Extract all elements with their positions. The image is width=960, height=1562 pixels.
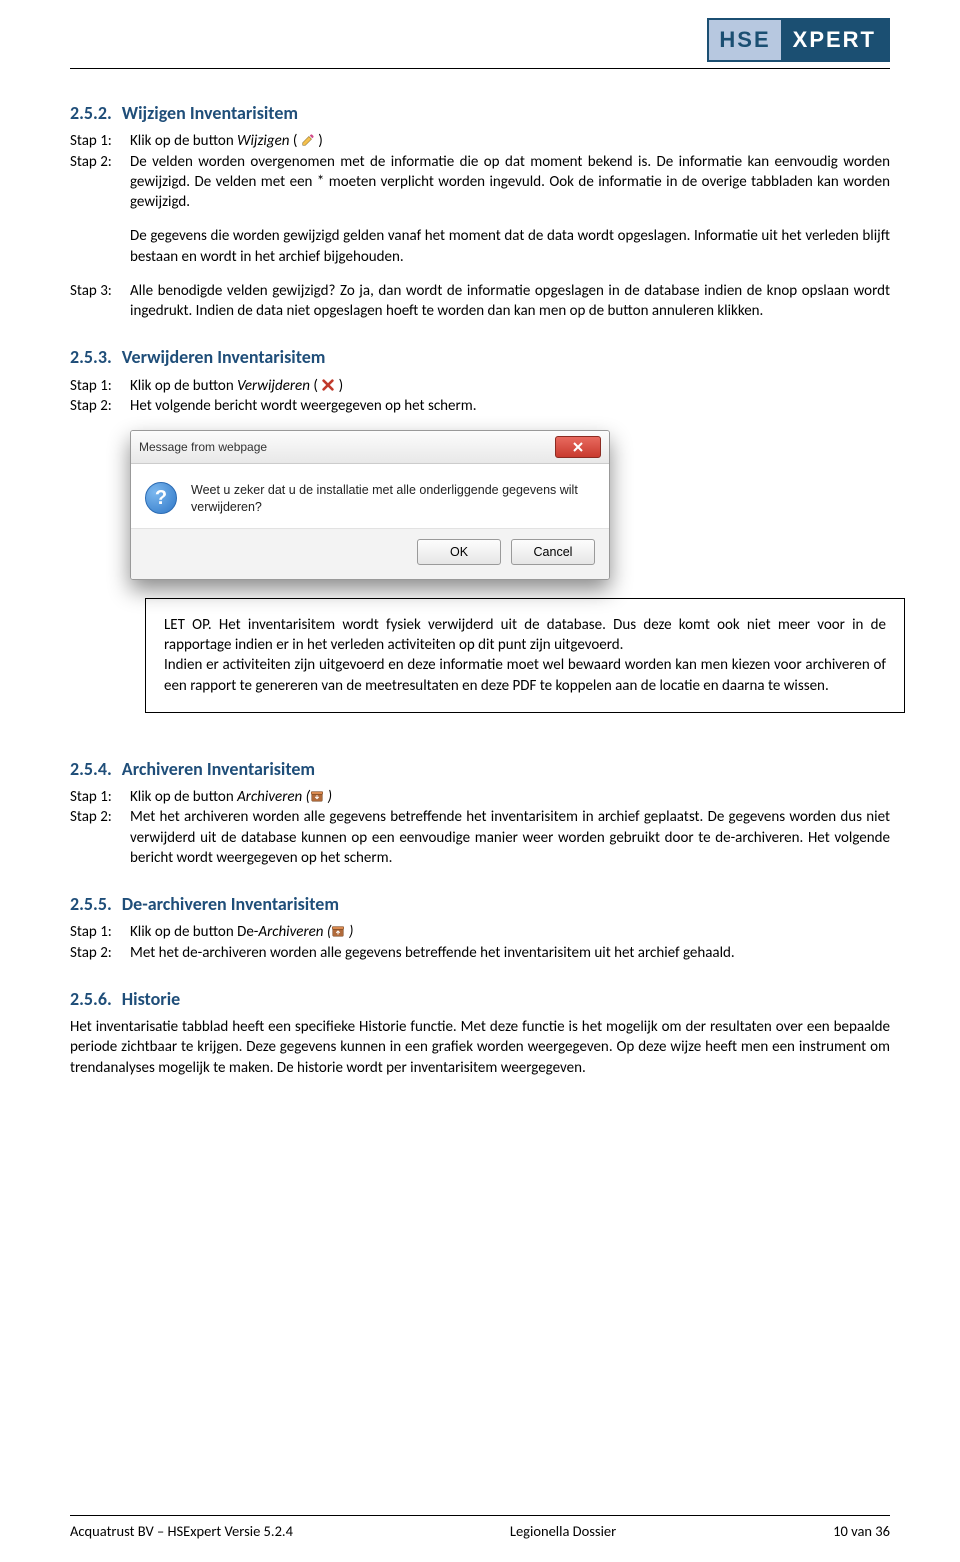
heading-256-num: 2.5.6. — [70, 988, 112, 1010]
heading-255-title: De-archiveren Inventarisitem — [122, 893, 339, 915]
s252-step3-label: Stap 3: — [70, 281, 130, 322]
footer-left: Acquatrust BV – HSExpert Versie 5.2.4 — [70, 1522, 293, 1540]
s253-step2-text: Het volgende bericht wordt weergegeven o… — [130, 396, 890, 416]
s252-step2-para2: De gegevens die worden gewijzigd gelden … — [130, 226, 890, 267]
close-icon — [572, 441, 584, 453]
s252-step3-text: Alle benodigde velden gewijzigd? Zo ja, … — [130, 281, 890, 322]
s255-step2-text: Met het de-archiveren worden alle gegeve… — [130, 943, 890, 963]
s254-step1-text: Klik op de button Archiveren ( ) — [130, 787, 890, 807]
delete-icon — [321, 378, 335, 392]
s252-step1-c: ) — [315, 132, 323, 150]
footer-center: Legionella Dossier — [510, 1522, 616, 1540]
note-box: LET OP. Het inventarisitem wordt fysiek … — [145, 598, 905, 713]
note-text: LET OP. Het inventarisitem wordt fysiek … — [164, 616, 886, 695]
heading-254-title: Archiveren Inventarisitem — [122, 758, 315, 780]
logo-left: HSE — [709, 20, 780, 60]
heading-255-num: 2.5.5. — [70, 893, 112, 915]
heading-256-title: Historie — [122, 988, 180, 1010]
dialog-body-text: Weet u zeker dat u de installatie met al… — [191, 482, 595, 516]
pencil-icon — [301, 133, 315, 147]
archive-icon — [310, 789, 324, 803]
s252-step1-a: Klik op de button — [130, 132, 237, 150]
s253-step1-b: ( — [310, 377, 321, 395]
dialog-close-button[interactable] — [555, 436, 601, 458]
s252-step1-text: Klik op de button Wijzigen ( ) — [130, 131, 890, 151]
footer-right: 10 van 36 — [833, 1522, 890, 1540]
heading-253-num: 2.5.3. — [70, 346, 112, 368]
s253-step1-c: ) — [335, 377, 343, 395]
question-icon: ? — [145, 482, 179, 516]
footer-rule — [70, 1515, 890, 1516]
dialog-ok-button[interactable]: OK — [417, 539, 501, 565]
heading-256: 2.5.6. Historie — [70, 987, 890, 1011]
s255-step1-label: Stap 1: — [70, 922, 130, 942]
s254-step1-italic: Archiveren ( — [237, 788, 310, 806]
s254-step1-c: ) — [324, 788, 332, 806]
heading-255: 2.5.5. De-archiveren Inventarisitem — [70, 892, 890, 916]
logo-right: XPERT — [781, 20, 888, 60]
s253-step1-italic: Verwijderen — [237, 377, 310, 395]
s254-step2-label: Stap 2: — [70, 807, 130, 868]
s254-step1-a: Klik op de button — [130, 788, 237, 806]
s255-step1-text: Klik op de button De-Archiveren ( ) — [130, 922, 890, 942]
heading-253: 2.5.3. Verwijderen Inventarisitem — [70, 345, 890, 369]
s254-step2-text: Met het archiveren worden alle gegevens … — [130, 807, 890, 868]
logo: HSE XPERT — [707, 18, 890, 62]
s256-body: Het inventarisatie tabblad heeft een spe… — [70, 1017, 890, 1078]
s253-step1-label: Stap 1: — [70, 376, 130, 396]
unarchive-icon — [331, 924, 345, 938]
heading-252-title: Wijzigen Inventarisitem — [122, 102, 298, 124]
s252-step2-text: De velden worden overgenomen met de info… — [130, 152, 890, 213]
s255-step1-italic: Archiveren ( — [258, 923, 331, 941]
dialog-title-text: Message from webpage — [139, 439, 267, 455]
dialog-titlebar: Message from webpage — [131, 431, 609, 464]
logo-header: HSE XPERT — [70, 0, 890, 62]
s255-step1-c: ) — [345, 923, 353, 941]
s253-step1-text: Klik op de button Verwijderen ( ) — [130, 376, 890, 396]
s253-step1-a: Klik op de button — [130, 377, 237, 395]
dialog-cancel-button[interactable]: Cancel — [511, 539, 595, 565]
confirm-dialog: Message from webpage ? Weet u zeker dat … — [130, 430, 610, 580]
s254-step1-label: Stap 1: — [70, 787, 130, 807]
s253-step2-label: Stap 2: — [70, 396, 130, 416]
heading-253-title: Verwijderen Inventarisitem — [122, 346, 326, 368]
s255-step2-label: Stap 2: — [70, 943, 130, 963]
s252-step1-italic: Wijzigen — [237, 132, 289, 150]
s252-step1-label: Stap 1: — [70, 131, 130, 151]
s255-step1-a: Klik op de button De- — [130, 923, 258, 941]
heading-252-num: 2.5.2. — [70, 102, 112, 124]
s252-step1-b: ( — [289, 132, 300, 150]
s252-step2-label: Stap 2: — [70, 152, 130, 213]
heading-252: 2.5.2. Wijzigen Inventarisitem — [70, 101, 890, 125]
heading-254-num: 2.5.4. — [70, 758, 112, 780]
heading-254: 2.5.4. Archiveren Inventarisitem — [70, 757, 890, 781]
